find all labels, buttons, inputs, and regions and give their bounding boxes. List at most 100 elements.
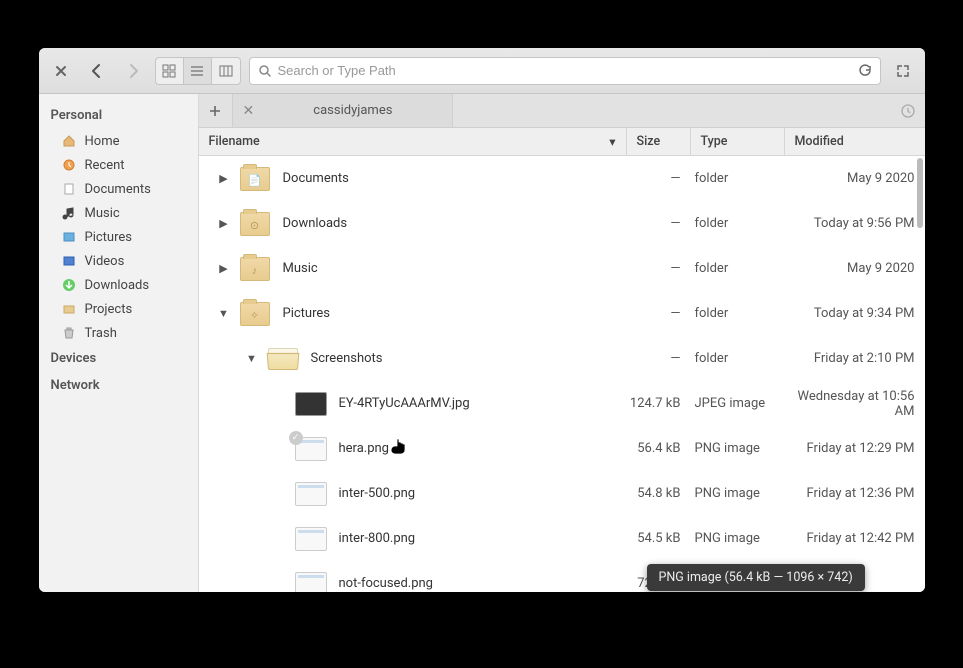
expander-icon[interactable]: ▼ (211, 307, 237, 320)
file-modified: May 9 2020 (785, 171, 925, 186)
sidebar-item-downloads[interactable]: Downloads (39, 273, 198, 297)
folder-icon (61, 301, 77, 317)
search-pathbar[interactable] (249, 57, 881, 85)
file-row[interactable]: ▼✧Pictures—folderToday at 9:34 PM (199, 291, 925, 336)
view-columns-button[interactable] (212, 58, 240, 84)
file-list[interactable]: ▶📄Documents—folderMay 9 2020▶⊙Downloads—… (199, 156, 925, 592)
expander-icon[interactable]: ▼ (239, 352, 265, 365)
file-thumbnail (293, 480, 329, 508)
file-manager-window: Personal Home Recent Documents Music Pic… (39, 48, 925, 592)
sidebar-item-label: Projects (85, 302, 133, 317)
file-modified: Wednesday at 10:56 AM (785, 389, 925, 419)
pictures-icon (61, 229, 77, 245)
column-header-size[interactable]: Size (627, 128, 691, 155)
nav-forward-button[interactable] (119, 57, 147, 85)
file-row[interactable]: EY-4RTyUcAAArMV.jpg124.7 kBJPEG imageWed… (199, 381, 925, 426)
sidebar-item-music[interactable]: Music (39, 201, 198, 225)
sidebar-item-label: Documents (85, 182, 151, 197)
file-type: PNG image (691, 486, 785, 501)
view-icons-button[interactable] (156, 58, 184, 84)
sidebar-item-trash[interactable]: Trash (39, 321, 198, 345)
column-headers: Filename ▾ Size Type Modified (199, 128, 925, 156)
tab-close-icon[interactable]: ✕ (243, 103, 255, 119)
file-row[interactable]: inter-800.png54.5 kBPNG imageFriday at 1… (199, 516, 925, 561)
scrollbar-thumb[interactable] (917, 158, 923, 228)
file-type: PNG image (691, 441, 785, 456)
file-modified: Friday at 2:10 PM (785, 351, 925, 366)
sidebar-item-home[interactable]: Home (39, 129, 198, 153)
file-row[interactable]: ▼Screenshots—folderFriday at 2:10 PM (199, 336, 925, 381)
file-modified: Friday at 12:36 PM (785, 486, 925, 501)
sidebar-item-pictures[interactable]: Pictures (39, 225, 198, 249)
file-name: inter-800.png (329, 531, 627, 546)
file-size: 54.5 kB (627, 531, 691, 546)
column-header-modified[interactable]: Modified (785, 128, 925, 155)
file-row[interactable]: ▶♪Music—folderMay 9 2020 (199, 246, 925, 291)
file-row[interactable]: inter-500.png54.8 kBPNG imageFriday at 1… (199, 471, 925, 516)
close-window-button[interactable] (47, 57, 75, 85)
file-modified: Today at 9:34 PM (785, 306, 925, 321)
sidebar-item-label: Home (85, 134, 120, 149)
new-tab-button[interactable] (199, 94, 233, 127)
recent-icon (61, 157, 77, 173)
expander-icon[interactable]: ▶ (211, 172, 237, 185)
file-size: 54.8 kB (627, 486, 691, 501)
view-switcher (155, 57, 241, 85)
expander-icon[interactable]: ▶ (211, 262, 237, 275)
videos-icon (61, 253, 77, 269)
sidebar-item-recent[interactable]: Recent (39, 153, 198, 177)
file-name: Documents (273, 171, 627, 186)
file-type: PNG image (691, 531, 785, 546)
file-modified: Today at 9:56 PM (785, 216, 925, 231)
scrollbar[interactable] (915, 156, 925, 592)
file-modified: May 9 2020 (785, 261, 925, 276)
file-row[interactable]: ✓hera.png56.4 kBPNG imageFriday at 12:29… (199, 426, 925, 471)
file-size: — (627, 171, 691, 186)
file-size: 72.6 kB (627, 576, 691, 591)
file-name: not-focused.png (329, 576, 627, 591)
file-type: folder (691, 351, 785, 366)
sort-desc-icon: ▾ (609, 134, 615, 150)
file-name: hera.png (329, 441, 627, 456)
file-name: inter-500.png (329, 486, 627, 501)
file-name: EY-4RTyUcAAArMV.jpg (329, 396, 627, 411)
file-type: P (691, 576, 785, 591)
column-header-filename[interactable]: Filename ▾ (199, 128, 627, 155)
history-button[interactable] (891, 94, 925, 127)
file-name: Pictures (273, 306, 627, 321)
file-row[interactable]: ▶📄Documents—folderMay 9 2020 (199, 156, 925, 201)
folder-icon: ⊙ (237, 210, 273, 238)
view-list-button[interactable] (184, 58, 212, 84)
file-type: folder (691, 216, 785, 231)
sidebar-item-documents[interactable]: Documents (39, 177, 198, 201)
folder-icon (265, 345, 301, 373)
home-icon (61, 133, 77, 149)
sidebar-heading-devices: Devices (39, 345, 198, 372)
sidebar-item-label: Music (85, 206, 120, 221)
tab[interactable]: ✕ cassidyjames (233, 94, 453, 127)
file-thumbnail (293, 390, 329, 418)
file-name: Screenshots (301, 351, 627, 366)
file-row[interactable]: not-focused.png72.6 kBP (199, 561, 925, 592)
file-name: Music (273, 261, 627, 276)
file-type: folder (691, 306, 785, 321)
search-input[interactable] (278, 63, 852, 78)
column-header-type[interactable]: Type (691, 128, 785, 155)
sidebar-item-label: Videos (85, 254, 125, 269)
tab-label: cassidyjames (264, 103, 441, 118)
expander-icon[interactable]: ▶ (211, 217, 237, 230)
nav-back-button[interactable] (83, 57, 111, 85)
sidebar-item-label: Downloads (85, 278, 150, 293)
trash-icon (61, 325, 77, 341)
sidebar-item-projects[interactable]: Projects (39, 297, 198, 321)
folder-icon: ✧ (237, 300, 273, 328)
folder-icon: 📄 (237, 165, 273, 193)
sidebar-item-videos[interactable]: Videos (39, 249, 198, 273)
reload-icon[interactable] (858, 64, 872, 78)
search-icon (258, 64, 272, 78)
file-row[interactable]: ▶⊙Downloads—folderToday at 9:56 PM (199, 201, 925, 246)
file-size: — (627, 261, 691, 276)
sidebar: Personal Home Recent Documents Music Pic… (39, 94, 199, 592)
sidebar-item-label: Trash (85, 326, 117, 341)
maximize-button[interactable] (889, 57, 917, 85)
